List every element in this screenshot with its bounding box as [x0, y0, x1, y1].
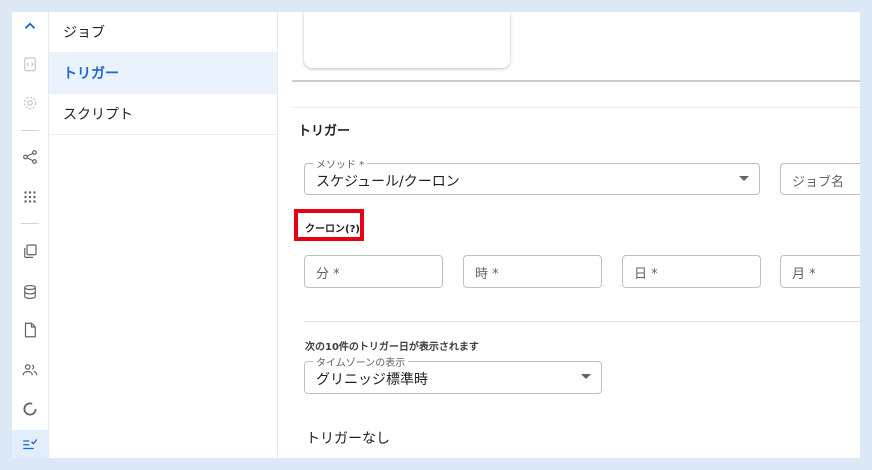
rail-divider — [21, 223, 39, 224]
subnav-item-triggers[interactable]: トリガー — [49, 53, 277, 94]
no-trigger-text: トリガーなし — [306, 431, 390, 447]
minute-placeholder: 分 * — [316, 267, 340, 282]
donut-chart-icon[interactable] — [18, 397, 42, 421]
users-icon[interactable] — [18, 358, 42, 382]
code-file-icon[interactable] — [18, 52, 42, 76]
day-input[interactable]: 日 * — [622, 255, 761, 288]
method-select[interactable]: メソッド * スケジュール/クーロン — [304, 156, 760, 195]
subnav-item-jobs[interactable]: ジョブ — [49, 12, 277, 53]
subnav-item-scripts[interactable]: スクリプト — [49, 94, 277, 135]
main-content: トリガー メソッド * スケジュール/クーロン ジョブ名 クーロン(?) 分 *… — [278, 12, 860, 458]
dropdown-caret-icon — [739, 176, 749, 181]
month-placeholder: 月 * — [792, 267, 816, 282]
app-frame: ジョブ トリガー スクリプト トリガー メソッド * スケジュール/クーロン ジ… — [12, 12, 860, 458]
hint-divider — [304, 321, 860, 322]
month-input[interactable]: 月 * — [780, 255, 860, 288]
next-triggers-hint: 次の10件のトリガー日が表示されます — [305, 342, 479, 353]
timezone-select[interactable]: タイムゾーンの表示 グリニッジ標準時 — [304, 354, 602, 394]
rail-divider — [21, 130, 39, 131]
share-icon[interactable] — [18, 145, 42, 169]
trigger-section-title: トリガー — [298, 124, 351, 139]
database-icon[interactable] — [18, 280, 42, 304]
chevron-up-icon[interactable] — [18, 14, 42, 38]
job-name-input[interactable]: ジョブ名 — [780, 163, 860, 195]
dropdown-caret-icon — [581, 374, 591, 379]
summary-card — [304, 12, 510, 68]
subnav-item-label: ジョブ — [63, 25, 105, 41]
method-field-label: メソッド * — [313, 156, 368, 171]
checklist-icon[interactable] — [18, 432, 42, 456]
highlight-box — [294, 209, 364, 241]
icon-rail — [12, 12, 49, 458]
timezone-selected-value: グリニッジ標準時 — [316, 372, 428, 388]
subnav-item-label: トリガー — [63, 66, 119, 82]
minute-input[interactable]: 分 * — [304, 255, 443, 288]
gear-icon[interactable] — [18, 91, 42, 115]
subnav-item-label: スクリプト — [63, 107, 133, 123]
hour-input[interactable]: 時 * — [463, 255, 602, 288]
section-divider — [292, 80, 860, 82]
copy-icon[interactable] — [18, 239, 42, 263]
grid-icon[interactable] — [18, 185, 42, 209]
method-selected-value: スケジュール/クーロン — [316, 174, 460, 190]
job-name-placeholder: ジョブ名 — [792, 175, 845, 190]
sub-navigation: ジョブ トリガー スクリプト — [49, 12, 278, 458]
hour-placeholder: 時 * — [475, 267, 499, 282]
day-placeholder: 日 * — [634, 267, 658, 282]
section-header-line — [292, 107, 860, 108]
timezone-field-label: タイムゾーンの表示 — [313, 354, 409, 369]
file-icon[interactable] — [18, 318, 42, 342]
